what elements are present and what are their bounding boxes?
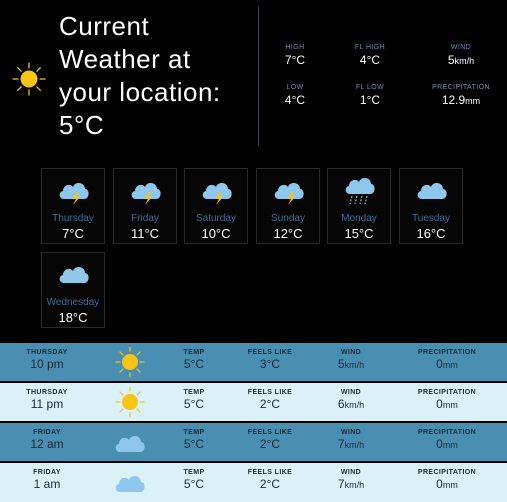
hourly-temp: TEMP 5°C	[183, 349, 205, 371]
hourly-time: THURSDAY 11 pm	[26, 389, 68, 411]
stat-fl-low: FL LOW 1°C	[347, 84, 393, 107]
hourly-time: FRIDAY 1 am	[33, 469, 61, 491]
hourly-wind: WIND 7km/h	[337, 429, 365, 451]
sun-icon	[115, 387, 145, 417]
forecast-day-monday[interactable]: Monday 15°C	[327, 168, 391, 244]
hourly-time: FRIDAY 12 am	[30, 429, 64, 451]
hourly-feels-like: FEELS LIKE 3°C	[247, 349, 293, 371]
forecast-day-name: Friday	[131, 213, 159, 224]
stat-value: 4°C	[359, 53, 381, 67]
current-weather-title: Current Weather at your location: 5°C	[59, 10, 259, 142]
hourly-precipitation: PRECIPITATION 0mm	[417, 469, 477, 491]
sun-icon	[115, 347, 145, 377]
hourly-forecast: THURSDAY 10 pm TEMP 5°C FEELS LIKE 3°C W…	[0, 343, 507, 502]
stat-label: LOW	[286, 84, 304, 91]
forecast-day-saturday[interactable]: Saturday 10°C	[184, 168, 248, 244]
hourly-wind: WIND 6km/h	[337, 389, 365, 411]
title-line-2: Weather at	[59, 44, 191, 74]
title-line-1: Current	[59, 11, 150, 41]
hourly-feels-like: FEELS LIKE 2°C	[247, 429, 293, 451]
hourly-row: FRIDAY 12 am TEMP 5°C FEELS LIKE 2°C WIN…	[0, 423, 507, 461]
thunder-cloud-icon	[202, 183, 232, 205]
thunder-cloud-icon	[59, 183, 89, 205]
forecast-day-temp: 18°C	[58, 310, 88, 325]
stat-precipitation: PRECIPITATION 12.9mm	[428, 84, 494, 107]
forecast-day-tuesday[interactable]: Tuesday 16°C	[399, 168, 463, 244]
hourly-time: THURSDAY 10 pm	[26, 349, 68, 371]
forecast-day-thursday[interactable]: Thursday 7°C	[41, 168, 105, 244]
forecast-day-name: Saturday	[195, 213, 237, 224]
stat-high: HIGH 7°C	[272, 44, 318, 67]
hourly-temp: TEMP 5°C	[183, 469, 205, 491]
hourly-precipitation: PRECIPITATION 0mm	[417, 429, 477, 451]
cloud-icon	[115, 476, 145, 492]
cloud-icon	[59, 267, 89, 283]
current-temperature: 5°C	[59, 110, 105, 140]
stat-low: LOW 4°C	[272, 84, 318, 107]
stat-value: 4°C	[284, 93, 306, 107]
hourly-temp: TEMP 5°C	[183, 429, 205, 451]
forecast-day-wednesday[interactable]: Wednesday 18°C	[41, 252, 105, 328]
forecast-day-temp: 11°C	[130, 226, 160, 241]
rain-cloud-icon	[345, 178, 375, 205]
hourly-feels-like: FEELS LIKE 2°C	[247, 389, 293, 411]
hourly-precipitation: PRECIPITATION 0mm	[417, 389, 477, 411]
stat-value: 7°C	[284, 53, 306, 67]
thunder-cloud-icon	[131, 183, 161, 205]
hourly-row: THURSDAY 10 pm TEMP 5°C FEELS LIKE 3°C W…	[0, 343, 507, 381]
stat-label: WIND	[450, 44, 472, 51]
forecast-day-temp: 7°C	[62, 226, 84, 241]
stat-label: HIGH	[285, 44, 305, 51]
forecast-day-temp: 16°C	[416, 226, 446, 241]
forecast-day-name: Thursday	[52, 213, 94, 224]
hourly-precipitation: PRECIPITATION 0mm	[417, 349, 477, 371]
forecast-day-friday[interactable]: Friday 11°C	[113, 168, 177, 244]
hourly-wind: WIND 5km/h	[337, 349, 365, 371]
forecast-day-name: Tuesday	[412, 213, 450, 224]
stat-label: PRECIPITATION	[432, 84, 490, 91]
forecast-day-name: Wednesday	[46, 297, 100, 308]
stat-value: 12.9mm	[441, 93, 481, 107]
cloud-icon	[417, 183, 447, 199]
stat-fl-high: FL HIGH 4°C	[347, 44, 393, 67]
hourly-wind: WIND 7km/h	[337, 469, 365, 491]
forecast-day-name: Sunday	[271, 213, 305, 224]
forecast-day-temp: 12°C	[273, 226, 303, 241]
stat-value: 5km/h	[447, 53, 475, 67]
forecast-day-name: Monday	[341, 213, 377, 224]
stat-wind: WIND 5km/h	[436, 44, 486, 67]
header-divider	[258, 6, 259, 146]
hourly-feels-like: FEELS LIKE 2°C	[247, 469, 293, 491]
title-line-3: your location:	[59, 77, 221, 107]
cloud-icon	[115, 436, 145, 452]
hourly-row: FRIDAY 1 am TEMP 5°C FEELS LIKE 2°C WIND…	[0, 463, 507, 502]
stat-label: FL LOW	[355, 84, 385, 91]
forecast-day-sunday[interactable]: Sunday 12°C	[256, 168, 320, 244]
hourly-row: THURSDAY 11 pm TEMP 5°C FEELS LIKE 2°C W…	[0, 383, 507, 421]
forecast-day-temp: 15°C	[344, 226, 374, 241]
sun-icon	[12, 62, 46, 96]
thunder-cloud-icon	[274, 183, 304, 205]
hourly-temp: TEMP 5°C	[183, 389, 205, 411]
stat-value: 1°C	[359, 93, 381, 107]
stat-label: FL HIGH	[354, 44, 386, 51]
forecast-day-temp: 10°C	[201, 226, 231, 241]
